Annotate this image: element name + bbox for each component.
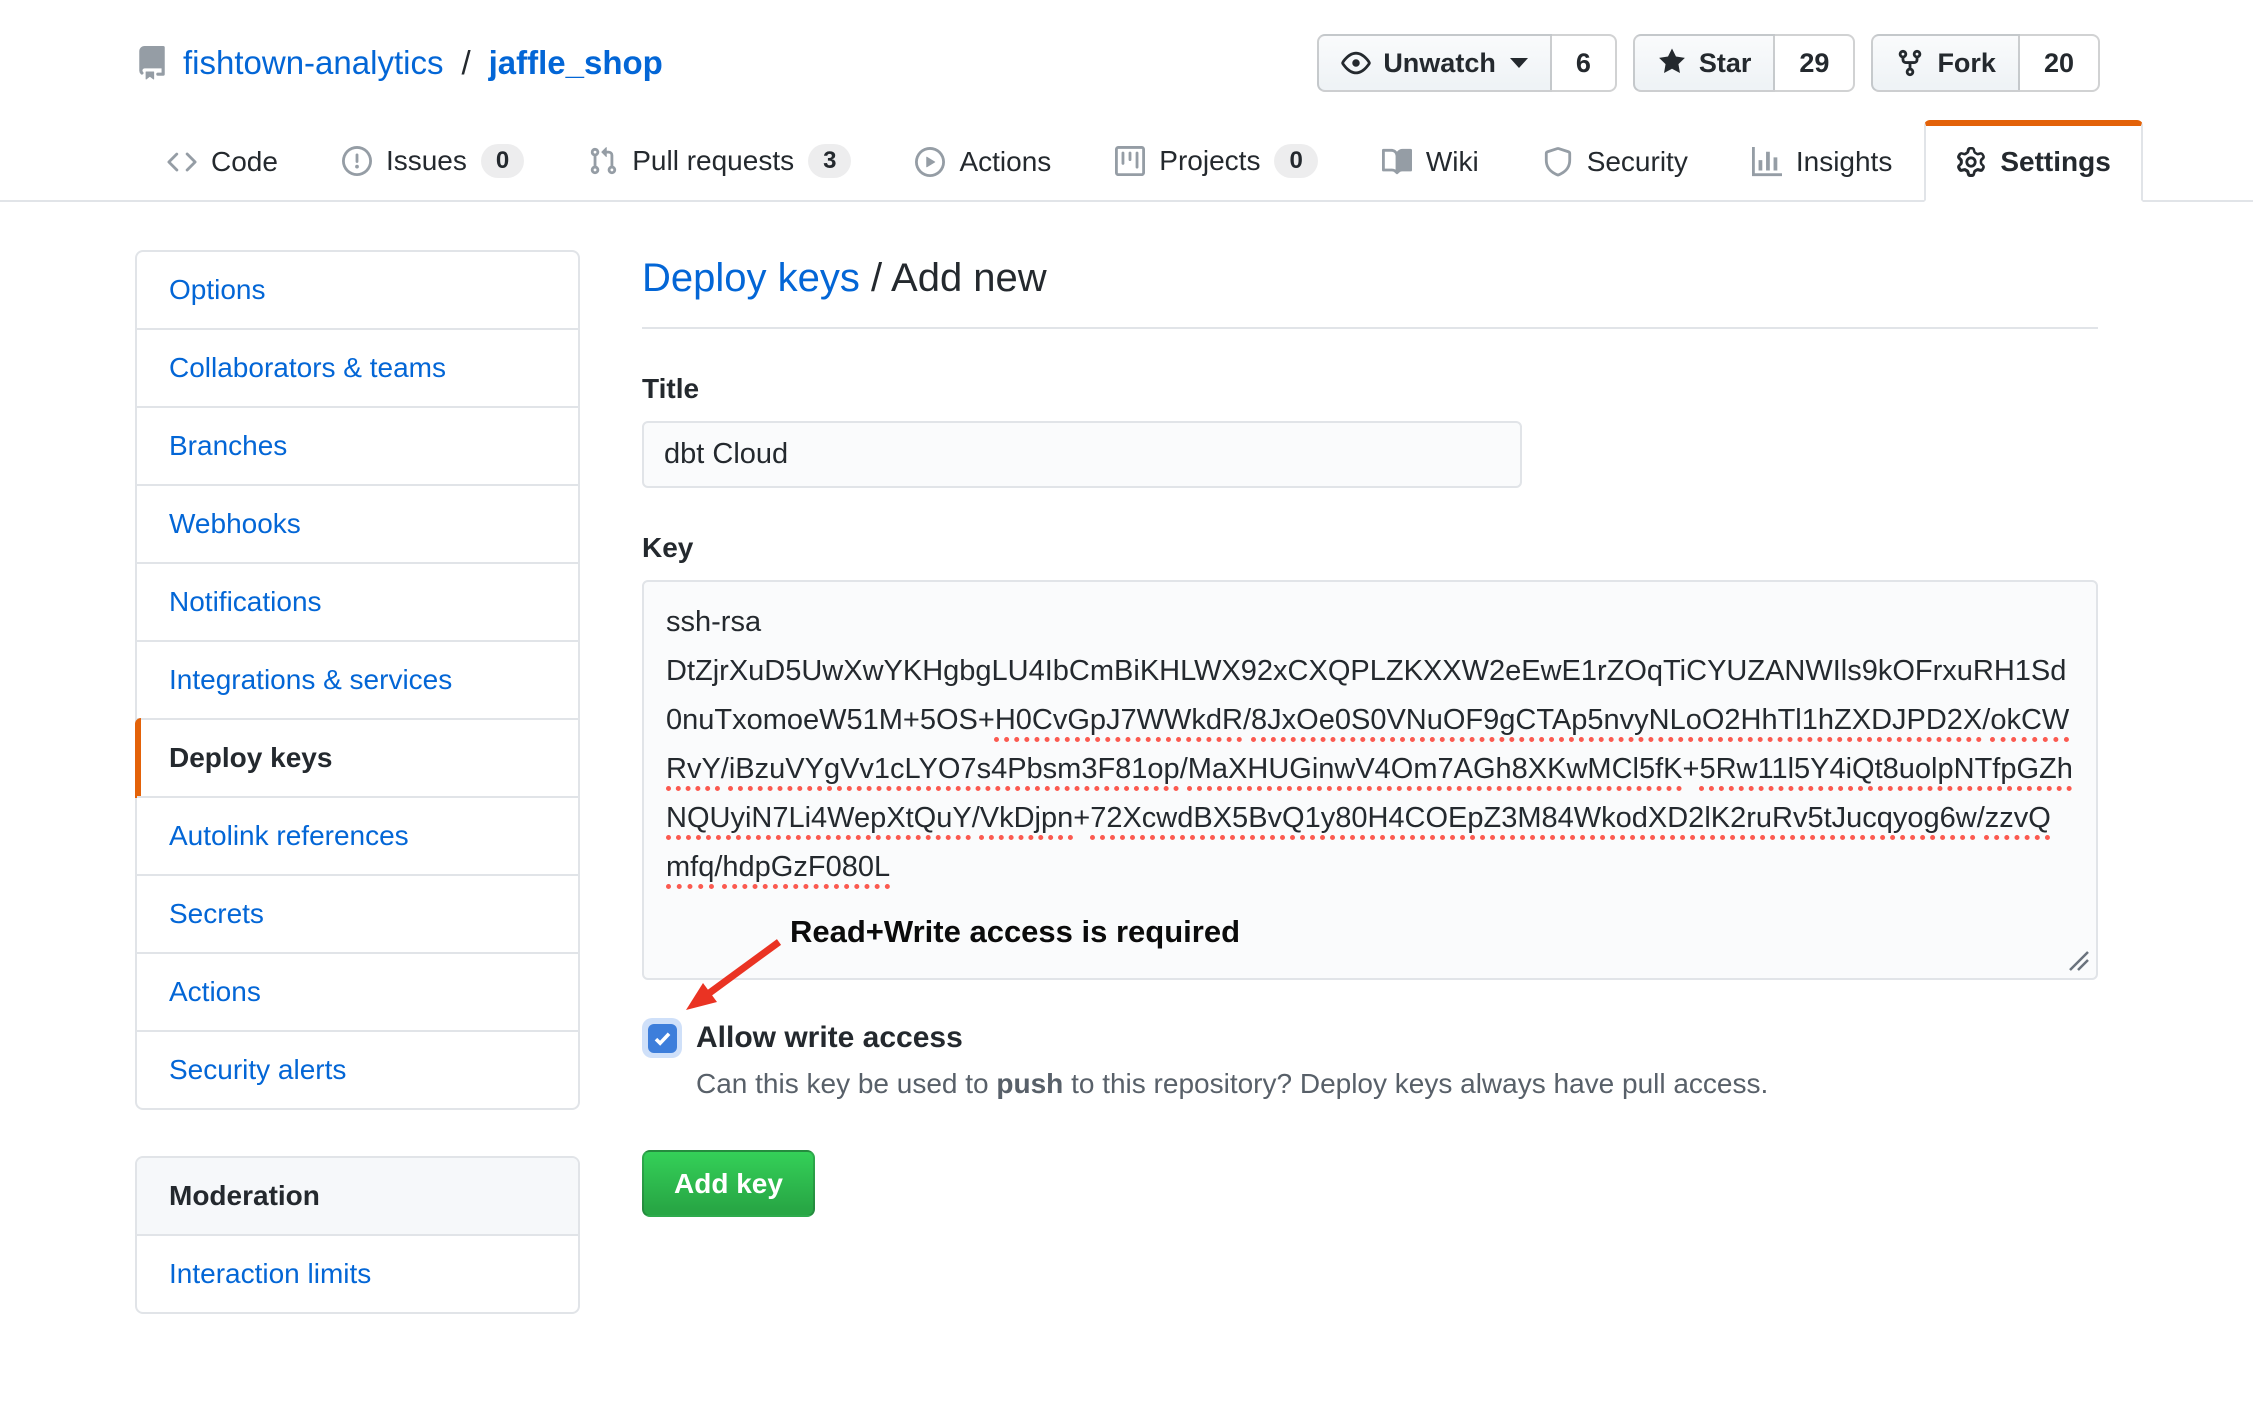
sidebar-item-actions[interactable]: Actions: [137, 952, 578, 1030]
tab-label: Actions: [959, 146, 1051, 178]
deploy-keys-link[interactable]: Deploy keys: [642, 256, 860, 300]
pull-requests-count-badge: 3: [808, 144, 851, 178]
fork-icon: [1895, 48, 1925, 78]
issues-count-badge: 0: [481, 144, 524, 178]
tab-label: Settings: [2000, 146, 2110, 178]
tab-issues[interactable]: Issues 0: [310, 118, 556, 202]
resize-handle-icon[interactable]: [2068, 950, 2090, 972]
tab-projects[interactable]: Projects 0: [1083, 118, 1350, 202]
tab-label: Wiki: [1426, 146, 1479, 178]
allow-write-access-label[interactable]: Allow write access: [696, 1021, 963, 1055]
repo-header: fishtown-analytics / jaffle_shop Unwatch…: [0, 0, 2253, 92]
sidebar-item-collaborators-teams[interactable]: Collaborators & teams: [137, 328, 578, 406]
star-label: Star: [1699, 48, 1752, 79]
sidebar-item-options[interactable]: Options: [137, 252, 578, 328]
allow-write-access-row: Allow write access: [642, 1018, 2098, 1058]
tab-insights[interactable]: Insights: [1720, 120, 1925, 202]
tab-security[interactable]: Security: [1511, 120, 1720, 202]
unwatch-label: Unwatch: [1383, 48, 1496, 79]
tab-actions[interactable]: Actions: [883, 120, 1083, 202]
pull-request-icon: [588, 146, 618, 176]
settings-sidebar: Options Collaborators & teams Branches W…: [135, 250, 580, 1314]
tab-wiki[interactable]: Wiki: [1350, 120, 1511, 202]
gear-icon: [1956, 147, 1986, 177]
sidebar-item-branches[interactable]: Branches: [137, 406, 578, 484]
page-title: Deploy keys / Add new: [642, 250, 2098, 329]
shield-icon: [1543, 147, 1573, 177]
star-icon: [1657, 48, 1687, 78]
tab-label: Insights: [1796, 146, 1893, 178]
key-textarea-content: ssh-rsa DtZjrXuD5UwXwYKHgbgLU4IbCmBiKHLW…: [666, 606, 2073, 883]
project-icon: [1115, 146, 1145, 176]
tab-label: Security: [1587, 146, 1688, 178]
tab-label: Projects: [1159, 145, 1260, 177]
fork-button-group: Fork 20: [1871, 34, 2100, 92]
help-text: to this repository? Deploy keys always h…: [1063, 1068, 1768, 1099]
eye-icon: [1341, 48, 1371, 78]
settings-menu: Options Collaborators & teams Branches W…: [135, 250, 580, 1110]
code-icon: [167, 147, 197, 177]
check-icon: [653, 1029, 672, 1048]
sidebar-item-notifications[interactable]: Notifications: [137, 562, 578, 640]
repo-tab-bar: Code Issues 0 Pull requests 3 Actions Pr…: [0, 118, 2253, 202]
issue-icon: [342, 146, 372, 176]
settings-content: Options Collaborators & teams Branches W…: [0, 202, 2253, 1404]
repo-owner-link[interactable]: fishtown-analytics: [183, 44, 443, 82]
deploy-key-textarea[interactable]: ssh-rsa DtZjrXuD5UwXwYKHgbgLU4IbCmBiKHLW…: [642, 580, 2098, 980]
allow-write-access-checkbox[interactable]: [642, 1018, 682, 1058]
sidebar-item-autolink-references[interactable]: Autolink references: [137, 796, 578, 874]
projects-count-badge: 0: [1274, 144, 1317, 178]
tab-settings[interactable]: Settings: [1924, 120, 2142, 202]
tab-label: Pull requests: [632, 145, 794, 177]
repo-name-link[interactable]: jaffle_shop: [489, 44, 663, 82]
sidebar-item-deploy-keys[interactable]: Deploy keys: [137, 718, 578, 796]
watch-button-group: Unwatch 6: [1317, 34, 1617, 92]
sidebar-item-integrations-services[interactable]: Integrations & services: [137, 640, 578, 718]
title-input[interactable]: [642, 421, 1522, 488]
sidebar-item-secrets[interactable]: Secrets: [137, 874, 578, 952]
fork-button[interactable]: Fork: [1871, 34, 2020, 92]
play-icon: [915, 147, 945, 177]
star-count[interactable]: 29: [1775, 34, 1855, 92]
help-text: Can this key be used to: [696, 1068, 996, 1099]
star-button-group: Star 29: [1633, 34, 1856, 92]
tab-label: Code: [211, 146, 278, 178]
sidebar-item-security-alerts[interactable]: Security alerts: [137, 1030, 578, 1108]
watch-count[interactable]: 6: [1552, 34, 1617, 92]
repo-action-buttons: Unwatch 6 Star 29 Fork 20: [1317, 34, 2100, 92]
help-text-push: push: [996, 1068, 1063, 1099]
key-field-label: Key: [642, 532, 2098, 564]
book-icon: [1382, 147, 1412, 177]
star-button[interactable]: Star: [1633, 34, 1776, 92]
chevron-down-icon: [1510, 58, 1528, 68]
breadcrumb-separator: /: [860, 256, 891, 300]
deploy-key-form: Deploy keys / Add new Title Key ssh-rsa …: [642, 250, 2098, 1314]
repo-title: fishtown-analytics / jaffle_shop: [135, 44, 663, 82]
add-key-button[interactable]: Add key: [642, 1150, 815, 1217]
breadcrumb-current: Add new: [891, 256, 1047, 300]
tab-code[interactable]: Code: [135, 120, 310, 202]
moderation-menu: Moderation Interaction limits: [135, 1156, 580, 1314]
graph-icon: [1752, 147, 1782, 177]
key-field-wrap: ssh-rsa DtZjrXuD5UwXwYKHgbgLU4IbCmBiKHLW…: [642, 580, 2098, 980]
moderation-header: Moderation: [137, 1158, 578, 1234]
tab-pull-requests[interactable]: Pull requests 3: [556, 118, 883, 202]
tab-label: Issues: [386, 145, 467, 177]
title-field-label: Title: [642, 373, 2098, 405]
repo-icon: [135, 46, 169, 80]
sidebar-item-webhooks[interactable]: Webhooks: [137, 484, 578, 562]
sidebar-item-interaction-limits[interactable]: Interaction limits: [137, 1234, 578, 1312]
fork-label: Fork: [1937, 48, 1996, 79]
repo-separator: /: [457, 44, 474, 82]
checkbox-checked-state: [648, 1024, 677, 1053]
unwatch-button[interactable]: Unwatch: [1317, 34, 1552, 92]
fork-count[interactable]: 20: [2020, 34, 2100, 92]
allow-write-access-help: Can this key be used to push to this rep…: [696, 1068, 2098, 1100]
